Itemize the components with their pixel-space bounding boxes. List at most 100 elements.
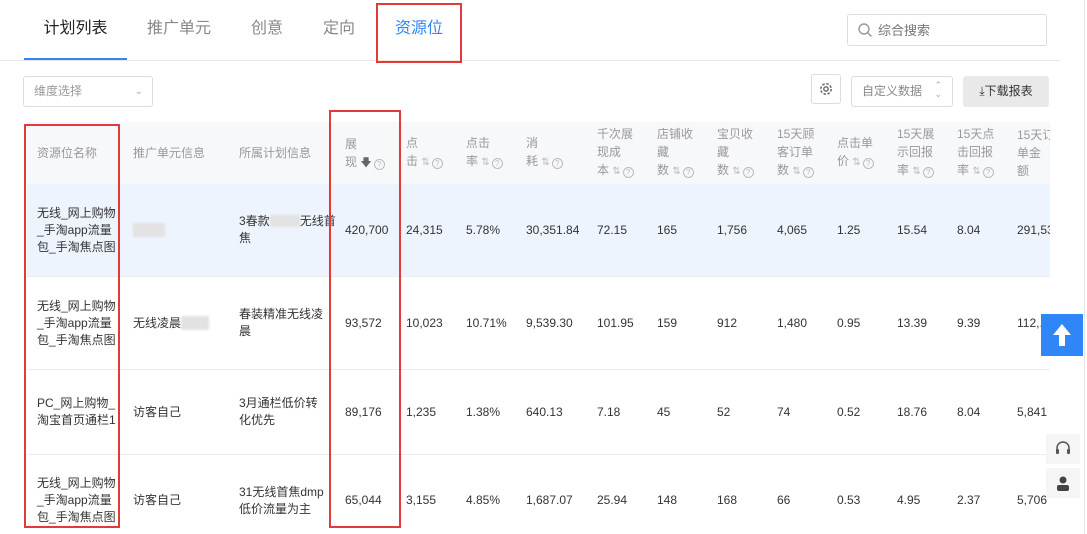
active-tab-underline bbox=[24, 58, 127, 60]
cell-cpm: 72.15 bbox=[597, 222, 628, 237]
cell-cpm: 7.18 bbox=[597, 404, 621, 419]
cell-click-roi-15d: 2.37 bbox=[957, 493, 981, 507]
cell-resource-name: PC_网上购物_淘宝首页通栏1 bbox=[37, 396, 116, 427]
cell-roi-15d: 15.54 bbox=[897, 222, 928, 237]
header-cpm[interactable]: 千次展 现成本 ⇅? bbox=[597, 122, 652, 184]
cell-plan-info: 春装精准无线凌晨 bbox=[239, 307, 324, 338]
cell-item-fav: 912 bbox=[717, 315, 738, 330]
cell-resource-name: 无线_网上购物_手淘app流量包_手淘焦点图 bbox=[37, 476, 116, 524]
cell-amount-15d: 291,53 bbox=[1017, 222, 1050, 237]
search-icon bbox=[858, 23, 872, 37]
download-report-button[interactable]: ⤓下载报表 bbox=[963, 76, 1049, 107]
cell-item-fav: 52 bbox=[717, 404, 731, 419]
cell-cpm: 25.94 bbox=[597, 493, 628, 507]
dimension-select[interactable]: 维度选择 ⌄ bbox=[23, 76, 153, 107]
tab-targeting[interactable]: 定向 bbox=[310, 0, 368, 61]
cell-item-fav: 1,756 bbox=[717, 222, 748, 237]
custom-data-label: 自定义数据 bbox=[862, 84, 923, 98]
cell-orders-15d: 74 bbox=[777, 404, 791, 419]
cell-store-fav: 45 bbox=[657, 404, 671, 419]
cell-ctr: 5.78% bbox=[466, 222, 501, 237]
cell-cost: 640.13 bbox=[526, 404, 563, 419]
tab-promo-unit[interactable]: 推广单元 bbox=[138, 0, 220, 61]
cell-orders-15d: 1,480 bbox=[777, 315, 808, 330]
cell-cpc: 0.52 bbox=[837, 404, 861, 419]
cell-cost: 30,351.84 bbox=[526, 222, 580, 237]
cell-unit-info: 无线凌晨 bbox=[133, 277, 233, 369]
arrow-up-icon bbox=[1053, 324, 1071, 346]
header-impressions[interactable]: 展现 🡇? bbox=[345, 122, 405, 184]
cell-impressions: 93,572 bbox=[345, 315, 382, 330]
header-roi-15d[interactable]: 15天展 示回报率 ⇅? bbox=[897, 122, 952, 184]
cell-store-fav: 148 bbox=[657, 493, 678, 507]
header-unit-info[interactable]: 推广单元信息 bbox=[133, 122, 233, 184]
cell-cpc: 0.53 bbox=[837, 493, 861, 507]
tab-plan-list[interactable]: 计划列表 bbox=[24, 0, 127, 61]
header-clicks[interactable]: 点击 ⇅? bbox=[406, 122, 461, 184]
cell-unit-info: 访客自己 bbox=[133, 493, 182, 507]
table-row[interactable]: 无线_网上购物_手淘app流量包_手淘焦点图 3春款 无线首焦 420,700 2… bbox=[27, 184, 1050, 277]
cell-ctr: 4.85% bbox=[466, 493, 501, 507]
cell-ctr: 1.38% bbox=[466, 404, 501, 419]
cell-plan-info: 31无线首焦dmp低价流量为主 bbox=[239, 484, 324, 516]
headset-icon bbox=[1056, 441, 1070, 454]
cell-clicks: 3,155 bbox=[406, 493, 437, 507]
cell-cost: 1,687.07 bbox=[526, 493, 573, 507]
cell-cost: 9,539.30 bbox=[526, 315, 573, 330]
cell-roi-15d: 18.76 bbox=[897, 404, 928, 419]
cell-impressions: 89,176 bbox=[345, 404, 382, 419]
table-row[interactable]: 无线_网上购物_手淘app流量包_手淘焦点图 访客自己 31无线首焦dmp低价流… bbox=[27, 455, 1050, 534]
cell-orders-15d: 4,065 bbox=[777, 222, 808, 237]
search-box[interactable] bbox=[847, 14, 1047, 46]
dimension-select-label: 维度选择 bbox=[34, 84, 83, 98]
resource-table: 资源位名称 推广单元信息 所属计划信息 展现 🡇? 点击 ⇅? 点击率 ⇅? 消… bbox=[27, 122, 1050, 534]
table-row[interactable]: PC_网上购物_淘宝首页通栏1 访客自己 3月通栏低价转化优先 89,176 1… bbox=[27, 370, 1050, 455]
custom-data-button[interactable]: 自定义数据 ⌃ ⌄ bbox=[851, 76, 953, 107]
header-ctr[interactable]: 点击率 ⇅? bbox=[466, 122, 521, 184]
header-item-fav[interactable]: 宝贝收藏数 ⇅? bbox=[717, 122, 772, 184]
chevron-down-icon: ⌄ bbox=[134, 86, 143, 97]
cell-clicks: 1,235 bbox=[406, 404, 437, 419]
header-amount-15d[interactable]: 15天订 单金额 bbox=[1017, 122, 1050, 184]
search-input[interactable] bbox=[878, 19, 1038, 41]
cell-resource-name: 无线_网上购物_手淘app流量包_手淘焦点图 bbox=[37, 298, 116, 347]
header-click-roi-15d[interactable]: 15天点 击回报率 ⇅? bbox=[957, 122, 1012, 184]
customer-service-button[interactable] bbox=[1046, 434, 1080, 464]
table-header: 资源位名称 推广单元信息 所属计划信息 展现 🡇? 点击 ⇅? 点击率 ⇅? 消… bbox=[27, 122, 1050, 184]
download-label: 下载报表 bbox=[984, 84, 1033, 98]
gear-icon bbox=[820, 83, 832, 95]
header-store-fav[interactable]: 店铺收藏数 ⇅? bbox=[657, 122, 712, 184]
cell-roi-15d: 4.95 bbox=[897, 493, 921, 507]
cell-resource-name: 无线_网上购物_手淘app流量包_手淘焦点图 bbox=[37, 205, 116, 254]
cell-click-roi-15d: 8.04 bbox=[957, 222, 981, 237]
cell-plan-info: 3月通栏低价转化优先 bbox=[239, 396, 318, 427]
cell-click-roi-15d: 8.04 bbox=[957, 404, 981, 419]
scrollbar-track[interactable] bbox=[1084, 0, 1085, 534]
settings-button[interactable] bbox=[811, 74, 841, 104]
cell-roi-15d: 13.39 bbox=[897, 315, 928, 330]
header-resource-name[interactable]: 资源位名称 bbox=[37, 122, 127, 184]
header-cpc[interactable]: 点击单价 ⇅? bbox=[837, 122, 892, 184]
cell-cpc: 0.95 bbox=[837, 315, 861, 330]
cell-plan-info: 3春款 无线首焦 bbox=[239, 214, 336, 245]
cell-store-fav: 165 bbox=[657, 222, 678, 237]
tab-resource-position[interactable]: 资源位 bbox=[378, 0, 460, 61]
sort-updown-icon: ⌃ ⌄ bbox=[934, 80, 942, 99]
person-icon bbox=[1057, 476, 1069, 491]
cell-unit-info: 访客自己 bbox=[133, 404, 182, 419]
cell-impressions: 420,700 bbox=[345, 222, 389, 237]
cell-orders-15d: 66 bbox=[777, 493, 791, 507]
header-orders-15d[interactable]: 15天顾 客订单数 ⇅? bbox=[777, 122, 832, 184]
cell-item-fav: 168 bbox=[717, 493, 738, 507]
scroll-to-top-button[interactable] bbox=[1041, 314, 1083, 356]
tab-creative[interactable]: 创意 bbox=[238, 0, 296, 61]
cell-impressions: 65,044 bbox=[345, 493, 382, 507]
cell-unit-info bbox=[133, 184, 233, 276]
cell-ctr: 10.71% bbox=[466, 315, 507, 330]
cell-store-fav: 159 bbox=[657, 315, 678, 330]
header-cost[interactable]: 消耗 ⇅? bbox=[526, 122, 586, 184]
table-row[interactable]: 无线_网上购物_手淘app流量包_手淘焦点图 无线凌晨 春装精准无线凌晨 93,… bbox=[27, 277, 1050, 370]
user-service-button[interactable] bbox=[1046, 468, 1080, 498]
cell-click-roi-15d: 9.39 bbox=[957, 315, 981, 330]
header-plan-info[interactable]: 所属计划信息 bbox=[239, 122, 339, 184]
